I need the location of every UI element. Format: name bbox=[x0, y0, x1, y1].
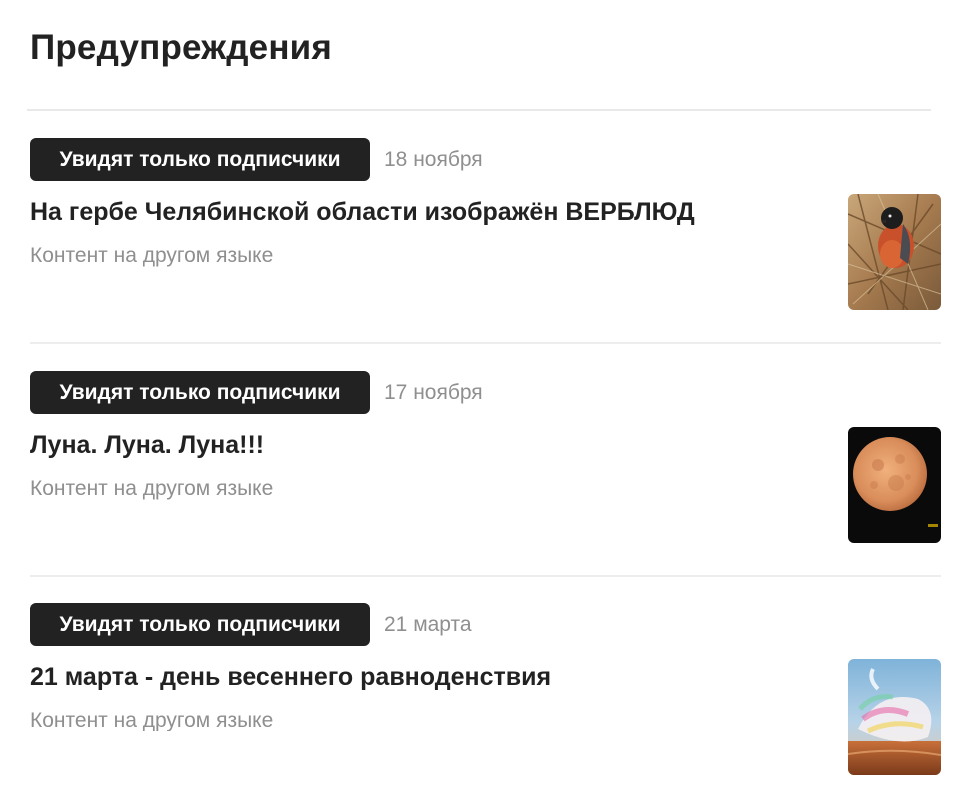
subscribers-only-badge: Увидят только подписчики bbox=[30, 371, 370, 414]
moon-photo-image bbox=[848, 427, 941, 543]
bird-photo-thumbnail[interactable] bbox=[848, 194, 941, 310]
subscribers-only-badge: Увидят только подписчики bbox=[30, 603, 370, 646]
bird-photo-image bbox=[848, 194, 941, 310]
post-title[interactable]: На гербе Челябинской области изображён В… bbox=[30, 198, 695, 227]
subscribers-only-badge: Увидят только подписчики bbox=[30, 138, 370, 181]
moon-photo-thumbnail[interactable] bbox=[848, 427, 941, 543]
page-title: Предупреждения bbox=[30, 28, 333, 67]
post-subtitle: Контент на другом языке bbox=[30, 244, 274, 267]
post-subtitle: Контент на другом языке bbox=[30, 477, 274, 500]
post-subtitle: Контент на другом языке bbox=[30, 709, 274, 731]
post-item[interactable]: Увидят только подписчики 21 марта 21 мар… bbox=[30, 603, 941, 790]
post-divider bbox=[30, 575, 941, 577]
post-date: 21 марта bbox=[384, 613, 472, 636]
post-item[interactable]: Увидят только подписчики 18 ноября На ге… bbox=[30, 138, 941, 343]
post-item[interactable]: Увидят только подписчики 17 ноября Луна.… bbox=[30, 371, 941, 576]
alerts-page: Предупреждения Увидят только подписчики … bbox=[0, 0, 960, 790]
post-date: 18 ноября bbox=[384, 148, 483, 171]
post-title[interactable]: Луна. Луна. Луна!!! bbox=[30, 431, 264, 460]
post-title[interactable]: 21 марта - день весеннего равноденствия bbox=[30, 663, 551, 692]
post-date: 17 ноября bbox=[384, 381, 483, 404]
title-divider bbox=[27, 109, 931, 111]
swan-photo-thumbnail[interactable] bbox=[848, 659, 941, 775]
swan-photo-image bbox=[848, 659, 941, 775]
post-divider bbox=[30, 342, 941, 344]
